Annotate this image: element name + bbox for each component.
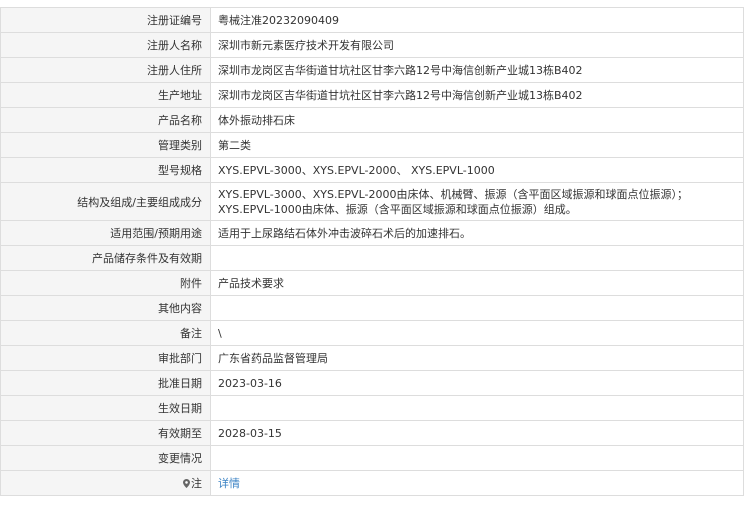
- label-effective-date: 生效日期: [0, 395, 211, 421]
- label-other-content: 其他内容: [0, 295, 211, 321]
- row-change-status: 变更情况: [0, 445, 744, 471]
- row-registrant-name: 注册人名称 深圳市新元素医疗技术开发有限公司: [0, 32, 744, 58]
- label-product-name: 产品名称: [0, 107, 211, 133]
- row-management-category: 管理类别 第二类: [0, 132, 744, 158]
- label-production-address: 生产地址: [0, 82, 211, 108]
- row-remarks: 备注 \: [0, 320, 744, 346]
- value-registrant-name: 深圳市新元素医疗技术开发有限公司: [210, 32, 744, 58]
- row-effective-date: 生效日期: [0, 395, 744, 421]
- value-other-content: [210, 295, 744, 321]
- label-intended-use: 适用范围/预期用途: [0, 220, 211, 246]
- label-registrant-name: 注册人名称: [0, 32, 211, 58]
- row-structure-composition: 结构及组成/主要组成成分 XYS.EPVL-3000、XYS.EPVL-2000…: [0, 182, 744, 221]
- value-change-status: [210, 445, 744, 471]
- row-note: 注 详情: [0, 470, 744, 496]
- value-product-name: 体外振动排石床: [210, 107, 744, 133]
- label-note: 注: [0, 470, 211, 496]
- row-attachment: 附件 产品技术要求: [0, 270, 744, 296]
- label-attachment: 附件: [0, 270, 211, 296]
- label-approval-department: 审批部门: [0, 345, 211, 371]
- registration-detail-table: 注册证编号 粤械注准20232090409 注册人名称 深圳市新元素医疗技术开发…: [0, 7, 744, 496]
- value-effective-date: [210, 395, 744, 421]
- label-storage-validity: 产品储存条件及有效期: [0, 245, 211, 271]
- label-structure-composition: 结构及组成/主要组成成分: [0, 182, 211, 221]
- row-product-name: 产品名称 体外振动排石床: [0, 107, 744, 133]
- label-model-spec: 型号规格: [0, 157, 211, 183]
- label-approval-date: 批准日期: [0, 370, 211, 396]
- value-attachment: 产品技术要求: [210, 270, 744, 296]
- row-other-content: 其他内容: [0, 295, 744, 321]
- label-change-status: 变更情况: [0, 445, 211, 471]
- row-production-address: 生产地址 深圳市龙岗区吉华街道甘坑社区甘李六路12号中海信创新产业城13栋B40…: [0, 82, 744, 108]
- row-registration-number: 注册证编号 粤械注准20232090409: [0, 7, 744, 33]
- value-registrant-address: 深圳市龙岗区吉华街道甘坑社区甘李六路12号中海信创新产业城13栋B402: [210, 57, 744, 83]
- structure-line-1: XYS.EPVL-3000、XYS.EPVL-2000由床体、机械臂、振源（含平…: [218, 187, 688, 201]
- label-valid-until: 有效期至: [0, 420, 211, 446]
- row-registrant-address: 注册人住所 深圳市龙岗区吉华街道甘坑社区甘李六路12号中海信创新产业城13栋B4…: [0, 57, 744, 83]
- value-storage-validity: [210, 245, 744, 271]
- value-valid-until: 2028-03-15: [210, 420, 744, 446]
- row-storage-validity: 产品储存条件及有效期: [0, 245, 744, 271]
- value-remarks: \: [210, 320, 744, 346]
- value-management-category: 第二类: [210, 132, 744, 158]
- label-registrant-address: 注册人住所: [0, 57, 211, 83]
- value-registration-number: 粤械注准20232090409: [210, 7, 744, 33]
- label-registration-number: 注册证编号: [0, 7, 211, 33]
- label-management-category: 管理类别: [0, 132, 211, 158]
- value-production-address: 深圳市龙岗区吉华街道甘坑社区甘李六路12号中海信创新产业城13栋B402: [210, 82, 744, 108]
- structure-line-2: XYS.EPVL-1000由床体、振源（含平面区域振源和球面点位振源）组成。: [218, 202, 577, 216]
- value-model-spec: XYS.EPVL-3000、XYS.EPVL-2000、 XYS.EPVL-10…: [210, 157, 744, 183]
- value-approval-department: 广东省药品监督管理局: [210, 345, 744, 371]
- location-pin-icon: [183, 478, 190, 488]
- note-label-text: 注: [191, 477, 202, 490]
- details-link[interactable]: 详情: [218, 477, 240, 490]
- row-model-spec: 型号规格 XYS.EPVL-3000、XYS.EPVL-2000、 XYS.EP…: [0, 157, 744, 183]
- value-note: 详情: [210, 470, 744, 496]
- value-structure-composition: XYS.EPVL-3000、XYS.EPVL-2000由床体、机械臂、振源（含平…: [210, 182, 744, 221]
- row-valid-until: 有效期至 2028-03-15: [0, 420, 744, 446]
- row-intended-use: 适用范围/预期用途 适用于上尿路结石体外冲击波碎石术后的加速排石。: [0, 220, 744, 246]
- value-approval-date: 2023-03-16: [210, 370, 744, 396]
- value-intended-use: 适用于上尿路结石体外冲击波碎石术后的加速排石。: [210, 220, 744, 246]
- row-approval-department: 审批部门 广东省药品监督管理局: [0, 345, 744, 371]
- row-approval-date: 批准日期 2023-03-16: [0, 370, 744, 396]
- label-remarks: 备注: [0, 320, 211, 346]
